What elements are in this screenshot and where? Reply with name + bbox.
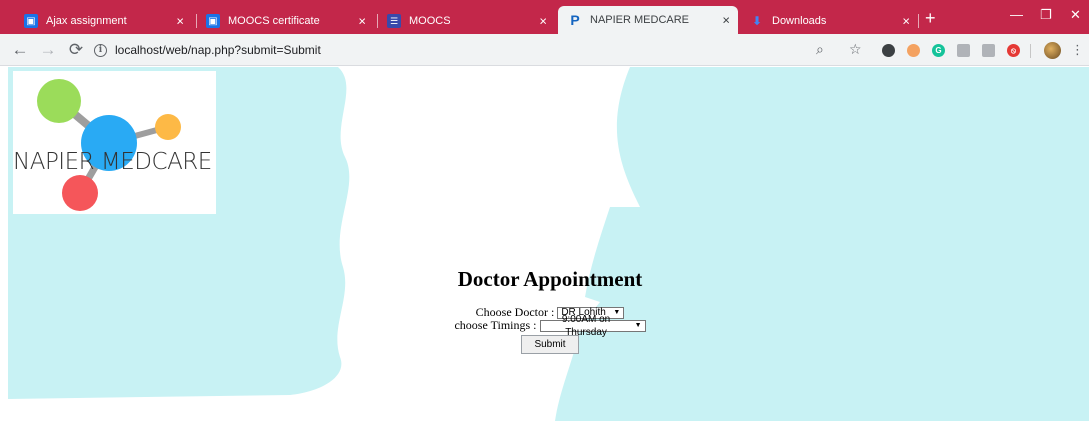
appointment-form: Doctor Appointment Choose Doctor : DR Lo…	[350, 267, 750, 354]
restore-icon[interactable]: ❐	[1040, 7, 1052, 23]
tab-title: MOOCS	[409, 15, 451, 27]
green-node	[37, 79, 81, 123]
red-node	[62, 175, 98, 211]
tab-ajax-assignment[interactable]: ▣ Ajax assignment ×	[14, 8, 192, 34]
tab-title: Downloads	[772, 15, 827, 27]
url-text[interactable]: localhost/web/nap.php?submit=Submit	[115, 43, 321, 57]
extension-icon[interactable]	[907, 44, 920, 57]
tab-downloads[interactable]: ⬇ Downloads ×	[740, 8, 918, 34]
browser-toolbar: ← → ⟳ i localhost/web/nap.php?submit=Sub…	[0, 34, 1089, 66]
tab-title: MOOCS certificate	[228, 15, 320, 27]
tab-strip: ▣ Ajax assignment × ▣ MOOCS certificate …	[0, 0, 1089, 34]
extension-icon[interactable]	[957, 44, 970, 57]
close-icon[interactable]: ×	[722, 14, 730, 27]
close-icon[interactable]: ×	[539, 15, 547, 28]
extension-icon[interactable]	[982, 44, 995, 57]
profile-avatar[interactable]	[1044, 42, 1061, 59]
minimize-icon[interactable]: —	[1010, 7, 1023, 22]
orange-node	[155, 114, 181, 140]
molecule-logo-graphic	[37, 79, 181, 211]
tab-moocs-certificate[interactable]: ▣ MOOCS certificate ×	[196, 8, 374, 34]
menu-kebab-icon[interactable]: ⋮	[1071, 42, 1084, 58]
logo-text: NAPIER MEDCARE	[13, 149, 212, 175]
p-icon: P	[570, 12, 580, 28]
close-icon[interactable]: ×	[902, 15, 910, 28]
page-content: NAPIER MEDCARE Doctor Appointment Choose…	[0, 67, 1089, 421]
grammarly-icon[interactable]: G	[932, 44, 945, 57]
timing-row: choose Timings : 9:00AM on Thursday ▼	[350, 314, 750, 338]
napier-medcare-logo: NAPIER MEDCARE	[13, 71, 216, 214]
address-bar[interactable]: i localhost/web/nap.php?submit=Submit ⌕ …	[94, 39, 879, 61]
block-icon[interactable]: ⦸	[1007, 44, 1020, 57]
tab-moocs[interactable]: ☰ MOOCS ×	[377, 8, 555, 34]
page-title: Doctor Appointment	[457, 267, 643, 291]
zoom-icon[interactable]: ⌕	[816, 41, 824, 58]
list-icon: ☰	[387, 14, 401, 28]
info-icon[interactable]: i	[94, 43, 107, 57]
doc-icon: ▣	[206, 14, 220, 28]
timing-select[interactable]: 9:00AM on Thursday ▼	[539, 314, 646, 338]
dropdown-arrow-icon: ▼	[634, 322, 642, 329]
timing-label: choose Timings :	[454, 318, 537, 332]
forward-arrow-icon[interactable]: →	[38, 40, 58, 60]
bookmark-star-icon[interactable]: ☆	[849, 41, 862, 58]
submit-button[interactable]: Submit	[521, 335, 579, 354]
close-icon[interactable]: ×	[358, 15, 366, 28]
download-icon: ⬇	[751, 14, 763, 28]
tab-napier-medcare[interactable]: P NAPIER MEDCARE ×	[558, 6, 738, 34]
tab-title: Ajax assignment	[46, 15, 127, 27]
close-icon[interactable]: ×	[176, 15, 184, 28]
background-shape-right	[555, 67, 1089, 421]
doc-icon: ▣	[24, 14, 38, 28]
window-close-icon[interactable]: ✕	[1070, 7, 1081, 23]
back-arrow-icon[interactable]: ←	[10, 40, 30, 60]
tab-separator	[918, 14, 919, 28]
new-tab-button[interactable]: +	[925, 9, 936, 27]
reload-icon[interactable]: ⟳	[66, 40, 86, 60]
toolbar-separator	[1030, 44, 1031, 58]
extension-icon[interactable]	[882, 44, 895, 57]
tab-title: NAPIER MEDCARE	[590, 14, 690, 26]
